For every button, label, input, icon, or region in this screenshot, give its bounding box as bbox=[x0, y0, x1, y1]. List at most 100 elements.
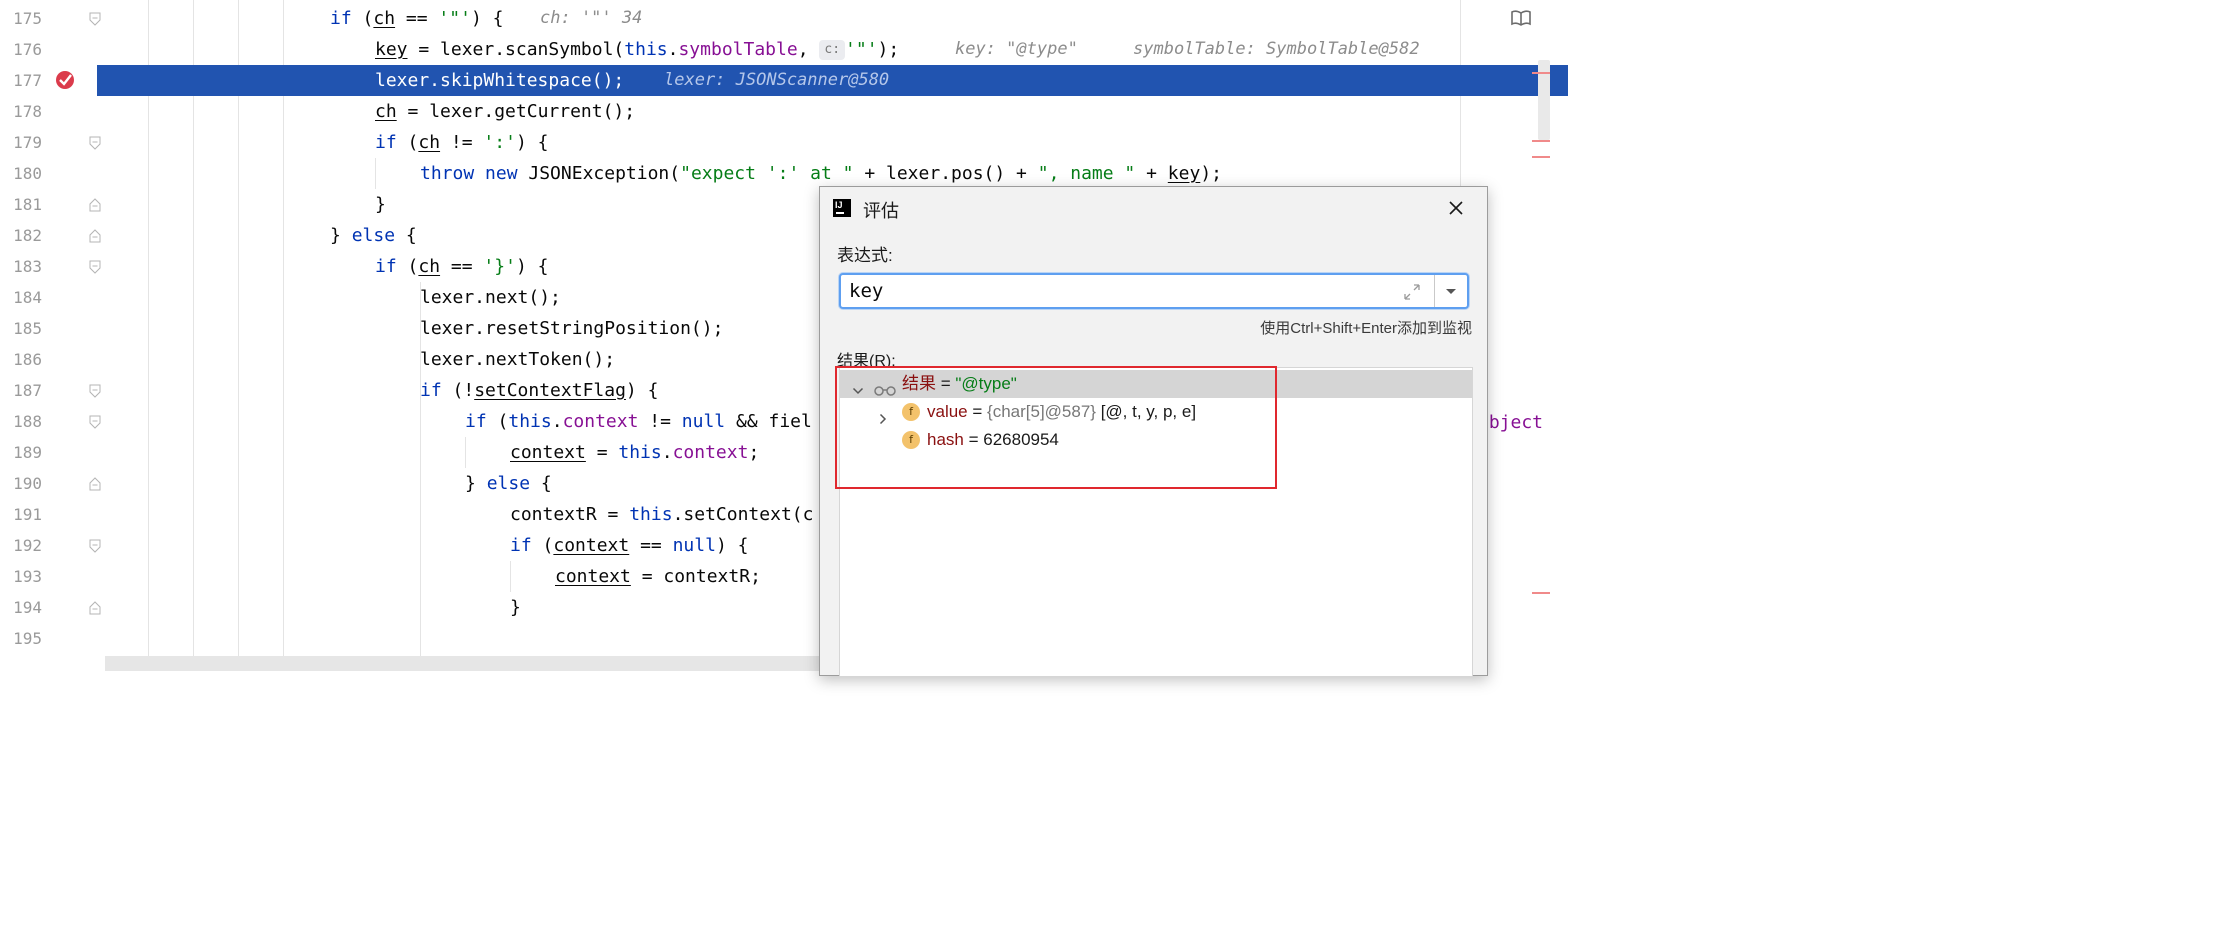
code-text: && fiel bbox=[725, 411, 812, 432]
expression-input[interactable] bbox=[849, 278, 1389, 304]
dialog-title-bar[interactable]: IJ 评估 bbox=[820, 187, 1487, 229]
code-text: ) { bbox=[515, 132, 549, 153]
keyword: this bbox=[629, 504, 673, 525]
code-text: . bbox=[551, 411, 563, 432]
evaluate-dialog: IJ 评估 表达式: 使用Ctrl+Shift+Enter添加到监视 结果(R)… bbox=[819, 186, 1488, 677]
line-number: 182 bbox=[13, 226, 42, 245]
code-text: + bbox=[1135, 163, 1168, 184]
code-text: = bbox=[585, 442, 619, 463]
field-equals: = bbox=[967, 402, 988, 421]
close-icon[interactable] bbox=[1445, 197, 1467, 219]
code-text: + lexer.pos() + bbox=[853, 163, 1038, 184]
code-text: = contextR; bbox=[630, 566, 761, 587]
code-text: . bbox=[667, 39, 679, 60]
error-stripe-marker[interactable] bbox=[1532, 592, 1550, 594]
line-number: 179 bbox=[13, 133, 42, 152]
current-execution-line: lexer.skipWhitespace(); lexer: JSONScann… bbox=[97, 65, 1568, 96]
keyword: else bbox=[486, 473, 531, 494]
code-text: ) { bbox=[715, 535, 749, 556]
keyword: if bbox=[510, 535, 532, 556]
line-number: 191 bbox=[13, 505, 42, 524]
result-root-row[interactable]: 结果 = "@type" bbox=[840, 370, 1472, 398]
code-line: ch = lexer.getCurrent(); bbox=[97, 96, 1568, 127]
code-text: != bbox=[440, 132, 484, 153]
keyword: this bbox=[508, 411, 552, 432]
code-text: == bbox=[629, 535, 673, 556]
field: symbolTable bbox=[678, 39, 798, 60]
keyword: null bbox=[672, 535, 716, 556]
code-text: { bbox=[395, 225, 417, 246]
field-icon: f bbox=[902, 403, 920, 421]
variable: key bbox=[375, 39, 408, 60]
line-number: 195 bbox=[13, 629, 42, 648]
code-text: { bbox=[530, 473, 552, 494]
keyword: new bbox=[485, 163, 518, 184]
variable: context bbox=[555, 566, 631, 587]
string-literal: '"' bbox=[438, 8, 471, 29]
keyword: null bbox=[681, 411, 726, 432]
keyword: if bbox=[420, 380, 442, 401]
code-text: , bbox=[797, 39, 820, 60]
code-text: } bbox=[465, 473, 487, 494]
line-number: 189 bbox=[13, 443, 42, 462]
code-text: ) { bbox=[625, 380, 659, 401]
string-literal: '}' bbox=[483, 256, 516, 277]
horizontal-scrollbar[interactable] bbox=[105, 656, 835, 671]
code-line: throw new JSONException("expect ':' at "… bbox=[97, 158, 1568, 189]
field-row[interactable]: f hash = 62680954 bbox=[840, 426, 1472, 454]
error-stripe-marker[interactable] bbox=[1532, 140, 1550, 142]
code-text: ); bbox=[1200, 163, 1222, 184]
line-number: 183 bbox=[13, 257, 42, 276]
code-text: lexer.next(); bbox=[420, 287, 561, 308]
breakpoint-icon[interactable] bbox=[54, 69, 76, 91]
error-stripe-marker[interactable] bbox=[1532, 72, 1550, 74]
editor-gutter: 175 176 177 178 179 180 181 182 183 184 … bbox=[0, 0, 101, 671]
keyword: else bbox=[351, 225, 396, 246]
field-row[interactable]: f value = {char[5]@587} [@, t, y, p, e] bbox=[840, 398, 1472, 426]
field-equals: = bbox=[963, 430, 984, 449]
field: context bbox=[672, 442, 749, 463]
code-text: = lexer.scanSymbol( bbox=[407, 39, 625, 60]
expression-field[interactable] bbox=[839, 273, 1469, 309]
code-text: ) { bbox=[515, 256, 549, 277]
keyword: throw bbox=[420, 163, 475, 184]
field-type: {char[5]@587} bbox=[987, 402, 1096, 421]
code-text: } bbox=[330, 225, 352, 246]
keyword: if bbox=[330, 8, 352, 29]
inline-debug-hint: ch: '"' 34 bbox=[540, 8, 643, 28]
intellij-logo-icon: IJ bbox=[833, 199, 851, 217]
reader-mode-icon[interactable] bbox=[1510, 8, 1532, 28]
code-text: . bbox=[661, 442, 673, 463]
history-dropdown-button[interactable] bbox=[1435, 275, 1467, 307]
line-number: 186 bbox=[13, 350, 42, 369]
code-line: if (ch == '"') { ch: '"' 34 bbox=[97, 3, 1568, 34]
chevron-right-icon[interactable] bbox=[877, 406, 889, 425]
variable: ch bbox=[373, 8, 396, 29]
error-stripe-marker[interactable] bbox=[1532, 156, 1550, 158]
keyword: this bbox=[624, 39, 668, 60]
expand-icon[interactable] bbox=[1401, 281, 1423, 303]
code-text: lexer.resetStringPosition(); bbox=[420, 318, 724, 339]
code-text: (! bbox=[441, 380, 475, 401]
string-literal: ':' bbox=[483, 132, 516, 153]
code-text: } bbox=[375, 194, 386, 215]
line-number: 181 bbox=[13, 195, 42, 214]
field-value: [@, t, y, p, e] bbox=[1095, 402, 1197, 421]
code-text: ( bbox=[531, 535, 554, 556]
dialog-title: 评估 bbox=[863, 201, 899, 221]
field-name: hash bbox=[927, 430, 964, 449]
line-number: 187 bbox=[13, 381, 42, 400]
variable: ch bbox=[418, 256, 441, 277]
code-text: = lexer.getCurrent(); bbox=[396, 101, 636, 122]
result-tree[interactable]: 结果 = "@type" f value = {char[5]@587} [@,… bbox=[839, 367, 1473, 677]
chevron-down-icon[interactable] bbox=[852, 378, 864, 395]
line-number: 176 bbox=[13, 40, 42, 59]
line-number: 178 bbox=[13, 102, 42, 121]
code-text: ); bbox=[877, 39, 900, 60]
line-number: 185 bbox=[13, 319, 42, 338]
code-text: .setContext(c bbox=[672, 504, 814, 525]
code-text: ) { bbox=[470, 8, 504, 29]
code-text: } bbox=[510, 597, 521, 618]
code-text: lexer.skipWhitespace(); bbox=[375, 70, 625, 91]
variable: ch bbox=[418, 132, 441, 153]
